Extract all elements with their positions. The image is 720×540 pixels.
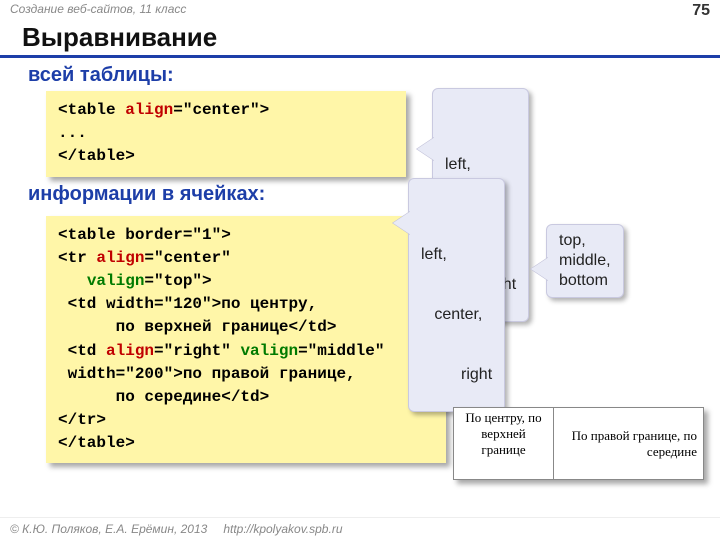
- attr-align: align: [106, 342, 154, 360]
- code-text: <tr: [58, 249, 96, 267]
- subheading-1: всей таблицы:: [0, 58, 720, 91]
- code-text: <table border="1">: [58, 226, 231, 244]
- callout-line: center,: [421, 305, 492, 325]
- code-text: по верхней границе</td>: [58, 318, 336, 336]
- code-block-1: <table align="center"> ... </table>: [46, 91, 406, 177]
- callout-line: left,: [445, 155, 516, 175]
- subheading-2: информации в ячейках:: [0, 177, 720, 210]
- code-block-2: <table border="1"> <tr align="center" va…: [46, 216, 446, 464]
- code-text: <td: [58, 342, 106, 360]
- code-text: ="middle": [298, 342, 384, 360]
- callout-line: left,: [421, 245, 492, 265]
- callout-tail-icon: [417, 137, 435, 161]
- callout-line: top,: [559, 231, 611, 251]
- attr-align: align: [96, 249, 144, 267]
- preview-cell-a: По центру, по верхней границе: [454, 408, 554, 480]
- code-text: ="right": [154, 342, 240, 360]
- course-label: Создание веб-сайтов, 11 класс: [10, 2, 186, 20]
- code-text: width="200">по правой границе,: [58, 365, 356, 383]
- code-text: </table>: [58, 434, 135, 452]
- code-text: </tr>: [58, 411, 106, 429]
- attr-valign: valign: [87, 272, 145, 290]
- callout-line: bottom: [559, 271, 611, 291]
- code-text: ="top">: [144, 272, 211, 290]
- code-text: ="center">: [173, 101, 269, 119]
- code-text: <td width="120">по центру,: [58, 295, 317, 313]
- attr-align: align: [125, 101, 173, 119]
- table-row: По центру, по верхней границе По правой …: [454, 408, 704, 480]
- callout-valign-values: top, middle, bottom: [546, 224, 624, 298]
- topbar: Создание веб-сайтов, 11 класс 75: [0, 0, 720, 22]
- callout-tail-icon: [531, 257, 549, 281]
- code-text: ="center": [144, 249, 230, 267]
- footer: © К.Ю. Поляков, Е.А. Ерёмин, 2013 http:/…: [0, 517, 720, 540]
- attr-valign: valign: [240, 342, 298, 360]
- page-number: 75: [692, 2, 710, 20]
- copyright: © К.Ю. Поляков, Е.А. Ерёмин, 2013: [10, 522, 207, 536]
- footer-url: http://kpolyakov.spb.ru: [223, 522, 342, 536]
- preview-table: По центру, по верхней границе По правой …: [453, 407, 704, 480]
- callout-tail-icon: [393, 211, 411, 235]
- callout-align-values-2: left, center, right: [408, 178, 505, 412]
- code-text: ...: [58, 124, 87, 142]
- code-text: <table: [58, 101, 125, 119]
- callout-line: middle,: [559, 251, 611, 271]
- callout-line: right: [421, 365, 492, 385]
- page-title: Выравнивание: [0, 22, 720, 58]
- preview-cell-b: По правой границе, по середине: [554, 408, 704, 480]
- code-text: </table>: [58, 147, 135, 165]
- code-text: [58, 272, 87, 290]
- code-text: по середине</td>: [58, 388, 269, 406]
